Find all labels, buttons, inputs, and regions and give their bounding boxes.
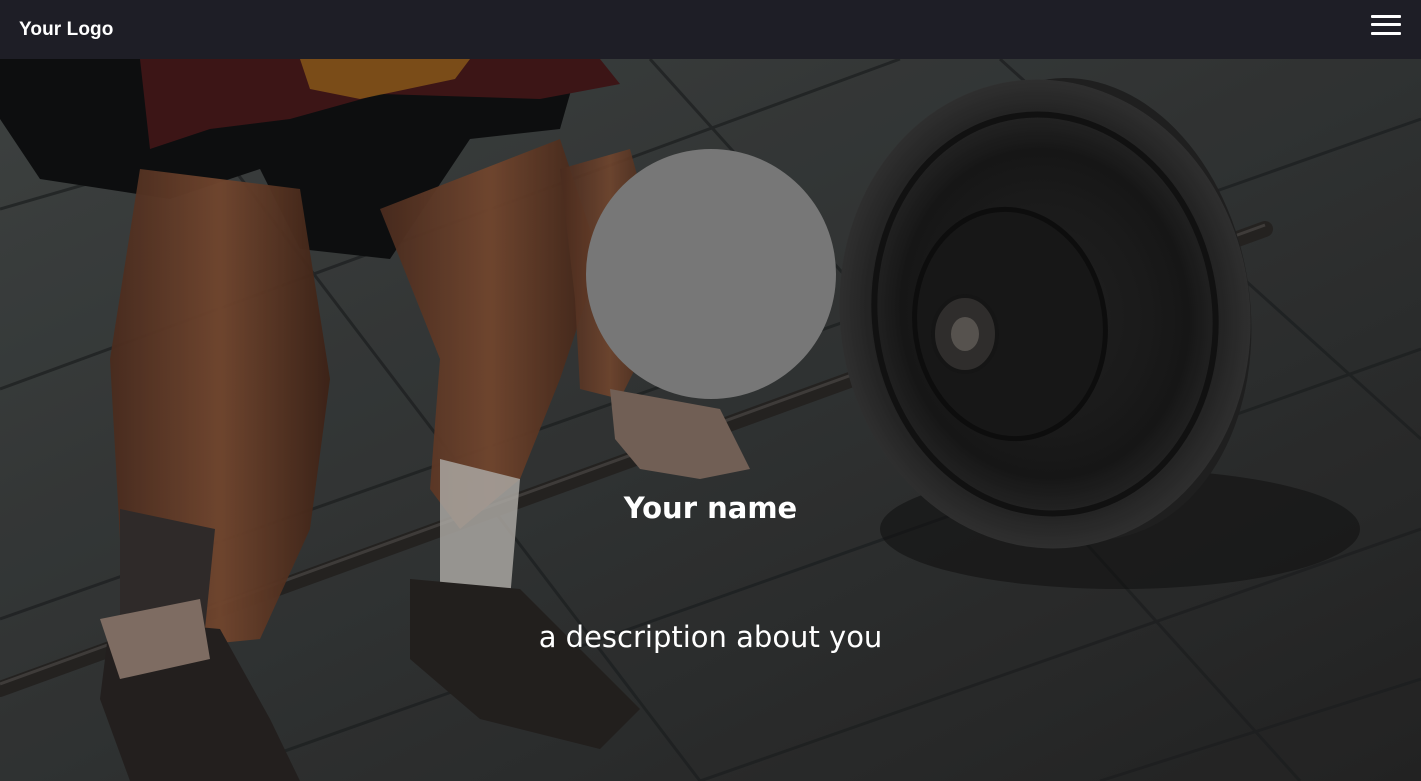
menu-bar [1371, 31, 1401, 35]
hamburger-menu-icon[interactable] [1371, 14, 1401, 35]
profile-name: Your name [623, 491, 798, 525]
avatar [586, 149, 836, 399]
navbar: Your Logo [0, 0, 1421, 59]
hero-section: Your name a description about you [0, 59, 1421, 781]
menu-bar [1371, 14, 1401, 18]
menu-bar [1371, 23, 1401, 26]
logo[interactable]: Your Logo [19, 19, 113, 41]
profile-description: a description about you [538, 620, 883, 654]
